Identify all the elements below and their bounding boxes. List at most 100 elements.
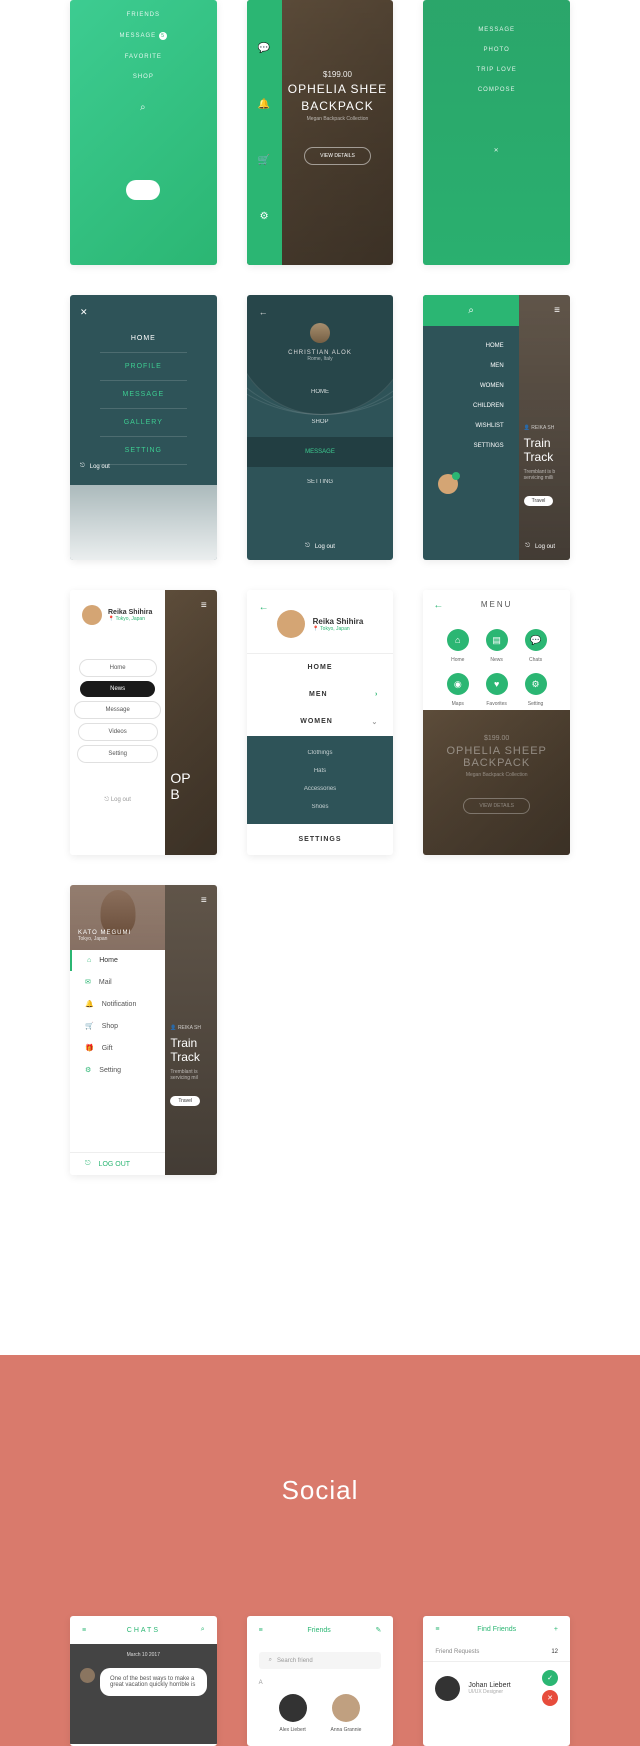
tag[interactable]: Travel (170, 1096, 200, 1106)
nav-item[interactable]: WISHLIST (423, 416, 503, 436)
chat-icon[interactable]: 💬 (258, 43, 270, 54)
nav-item[interactable]: MEN› (247, 681, 394, 708)
close-icon[interactable]: ✕ (80, 307, 88, 318)
nav-item[interactable]: GALLERY (100, 409, 187, 437)
logout-button[interactable]: ⎋Log out (70, 453, 217, 480)
nav-item[interactable]: News (80, 681, 155, 697)
search-icon[interactable]: ⌕ (70, 87, 217, 120)
nav-item[interactable]: HOME (247, 377, 394, 407)
logout-button[interactable]: ⎋LOG OUT (70, 1152, 165, 1175)
menu-item-favorites[interactable]: ♥Favorites (486, 673, 508, 707)
gear-icon[interactable]: ⚙ (260, 211, 269, 222)
nav-item[interactable]: MESSAGE5 (70, 25, 217, 47)
nav-item[interactable]: ✉Mail (70, 971, 165, 993)
nav-item[interactable]: Message (74, 701, 160, 719)
menu-icon[interactable]: ≡ (201, 895, 207, 906)
article-title: Train (524, 436, 565, 450)
nav-item[interactable]: MEN (423, 356, 503, 376)
menu-icon[interactable]: ≡ (554, 305, 560, 316)
product-title: BACKPACK (423, 757, 570, 769)
user-location: Rome, Italy (247, 356, 394, 362)
nav-item[interactable]: Home (79, 659, 157, 677)
nav-item[interactable]: FAVORITE (70, 47, 217, 67)
sub-nav-item[interactable]: Clothings (247, 744, 394, 762)
letter-header: A (247, 1677, 394, 1689)
nav-item[interactable]: SETTINGS (247, 824, 394, 855)
friend-requests-count: 12 (551, 1649, 558, 1655)
nav-item[interactable]: SETTINGS (423, 436, 503, 456)
nav-item[interactable]: HOME (423, 336, 503, 356)
nav-item[interactable]: ⚙Setting (70, 1059, 165, 1081)
nav-item[interactable]: TRIP LOVE (423, 60, 570, 80)
nav-item[interactable]: PHOTO (423, 40, 570, 60)
avatar[interactable] (332, 1694, 360, 1722)
avatar[interactable] (279, 1694, 307, 1722)
tag[interactable]: Travel (524, 496, 554, 506)
nav-item[interactable]: Videos (78, 723, 158, 741)
logout-icon: ⎋ (305, 543, 310, 550)
search-icon[interactable]: ⌕ (201, 1626, 205, 1634)
view-details-button[interactable]: VIEW DETAILS (304, 147, 371, 165)
sub-nav-item[interactable]: Accessories (247, 780, 394, 798)
chat-message: One of the best ways to make a great vac… (100, 1668, 207, 1696)
menu-item-chats[interactable]: 💬Chats (525, 629, 547, 663)
bell-icon[interactable]: 🔔 (258, 99, 270, 110)
nav-item[interactable]: HOME (247, 654, 394, 681)
nav-item[interactable]: PROFILE (100, 353, 187, 381)
nav-item[interactable]: MESSAGE (100, 381, 187, 409)
user-location: 📍 Tokyo, Japan (108, 616, 152, 622)
cart-icon[interactable]: 🛒 (258, 155, 270, 166)
heart-icon: ♥ (486, 673, 508, 695)
decline-button[interactable]: ✕ (542, 1690, 558, 1706)
nav-item[interactable]: HOME (100, 325, 187, 353)
view-details-button[interactable]: VIEW DETAILS (463, 798, 530, 814)
add-icon[interactable]: + (554, 1626, 558, 1633)
nav-item[interactable]: 🔔Notification (70, 993, 165, 1015)
friend-name: Anna Grannie (331, 1727, 362, 1733)
nav-item[interactable]: 🛒Shop (70, 1015, 165, 1037)
menu-title: MENU (423, 590, 570, 619)
menu-icon[interactable]: ≡ (435, 1626, 439, 1633)
nav-item[interactable]: COMPOSE (423, 80, 570, 100)
menu-item-maps[interactable]: ◉Maps (447, 673, 469, 707)
back-icon[interactable]: ← (433, 600, 443, 611)
chevron-down-icon: ⌄ (371, 718, 378, 726)
author: 👤 REIKA SH (524, 425, 565, 431)
nav-item[interactable]: SETTING (247, 467, 394, 497)
nav-item[interactable]: FRIENDS (70, 5, 217, 25)
nav-item[interactable]: WOMEN (423, 376, 503, 396)
search-icon[interactable]: ⌕ (468, 305, 474, 316)
menu-icon[interactable]: ≡ (259, 1627, 263, 1634)
menu-item-home[interactable]: ⌂Home (447, 629, 469, 663)
sub-nav-item[interactable]: Shoes (247, 798, 394, 816)
nav-item[interactable]: Setting (77, 745, 158, 763)
logout-button[interactable]: ⎋Log out (423, 533, 570, 560)
logout-icon: ⎋ (85, 1160, 91, 1168)
nav-item[interactable]: SHOP (70, 67, 217, 87)
logout-button[interactable]: ⎋ Log out (70, 782, 165, 819)
sub-nav-item[interactable]: Hats (247, 762, 394, 780)
accept-button[interactable]: ✓ (542, 1670, 558, 1686)
edit-icon[interactable]: ✎ (375, 1626, 381, 1634)
menu-item-setting[interactable]: ⚙Setting (525, 673, 547, 707)
product-price: $199.00 (282, 70, 394, 79)
back-icon[interactable]: ← (259, 602, 269, 613)
nav-item[interactable]: 🎁Gift (70, 1037, 165, 1059)
nav-item[interactable]: CHILDREN (423, 396, 503, 416)
menu-item-news[interactable]: ▤News (486, 629, 508, 663)
logout-icon: ⎋ (80, 463, 85, 470)
avatar[interactable] (438, 474, 458, 494)
nav-item[interactable]: SHOP (247, 407, 394, 437)
logout-button[interactable]: LOG OUT (126, 180, 160, 200)
product-price: $199.00 (423, 735, 570, 742)
close-icon[interactable]: ✕ (423, 140, 570, 161)
nav-item[interactable]: MESSAGE (247, 437, 394, 467)
nav-item[interactable]: MESSAGE (423, 20, 570, 40)
nav-item[interactable]: WOMEN⌄ (247, 708, 394, 736)
nav-item[interactable]: ⌂Home (70, 950, 165, 971)
search-input[interactable]: ⌕Search friend (259, 1652, 382, 1669)
menu-icon[interactable]: ≡ (82, 1627, 86, 1634)
menu-icon[interactable]: ≡ (201, 600, 207, 611)
logout-button[interactable]: ⎋Log out (247, 533, 394, 560)
user-location: 📍 Tokyo, Japan (313, 626, 364, 632)
